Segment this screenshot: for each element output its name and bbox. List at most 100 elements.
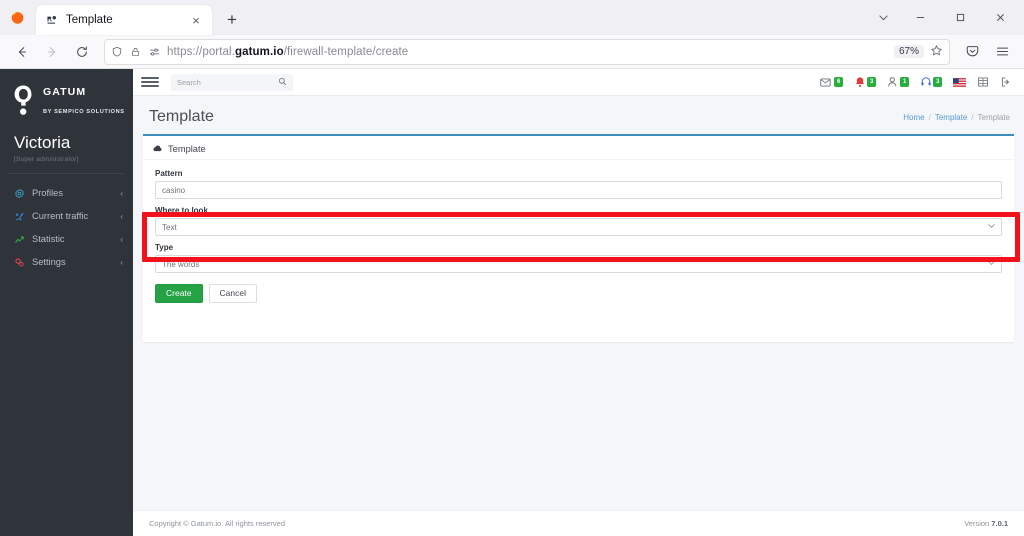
firefox-logo-icon bbox=[4, 0, 30, 35]
copyright-text: Copyright © Gatum.io. All rights reserve… bbox=[149, 519, 285, 528]
type-label: Type bbox=[155, 243, 174, 252]
breadcrumb-item-current: Template bbox=[977, 112, 1010, 122]
window-controls bbox=[866, 0, 1020, 35]
cloud-upload-icon bbox=[153, 144, 163, 153]
breadcrumb: Home / Template / Template bbox=[903, 113, 1010, 122]
chevron-left-icon: ‹ bbox=[120, 188, 123, 198]
create-button[interactable]: Create bbox=[155, 284, 203, 304]
apps-grid-icon[interactable] bbox=[977, 76, 989, 88]
brand-subtitle: BY SEMPICO SOLUTIONS bbox=[43, 109, 125, 116]
reload-button[interactable] bbox=[68, 38, 96, 66]
url-path: /firewall-template/create bbox=[283, 45, 409, 58]
messages-icon[interactable]: 6 bbox=[820, 77, 843, 88]
users-icon[interactable]: 1 bbox=[887, 76, 909, 88]
traffic-icon bbox=[14, 211, 25, 222]
url-host: gatum.io bbox=[234, 45, 284, 58]
forward-button bbox=[38, 38, 66, 66]
user-name: Victoria bbox=[14, 132, 71, 152]
type-select-wrap: The words bbox=[155, 255, 1002, 273]
sidebar-item-label: Settings bbox=[32, 257, 66, 268]
sidebar-item-profiles[interactable]: Profiles ‹ bbox=[0, 182, 133, 205]
version-label: Version bbox=[964, 519, 990, 528]
chevron-left-icon: ‹ bbox=[120, 234, 123, 244]
template-card: Template Pattern casino Where to look Te… bbox=[142, 134, 1020, 342]
pattern-label: Pattern bbox=[155, 169, 183, 178]
browser-toolbar: https://portal.gatum.io/firewall-templat… bbox=[0, 35, 1024, 69]
settings-icon bbox=[14, 257, 25, 268]
application-viewport: GATUM BY SEMPICO SOLUTIONS Victoria [Sup… bbox=[0, 69, 1024, 536]
sidebar-item-label: Current traffic bbox=[32, 211, 89, 222]
breadcrumb-item-template[interactable]: Template bbox=[935, 113, 967, 122]
card-header: Template bbox=[143, 138, 1014, 160]
bookmark-star-icon[interactable] bbox=[930, 44, 943, 60]
badge-count: 3 bbox=[867, 77, 876, 87]
where-to-look-select[interactable]: Text bbox=[155, 218, 1002, 236]
chevron-left-icon: ‹ bbox=[120, 211, 123, 221]
brand-name: GATUM bbox=[43, 86, 87, 98]
sidebar-item-label: Profiles bbox=[32, 188, 64, 199]
lock-icon bbox=[132, 47, 139, 56]
sidebar-item-current-traffic[interactable]: Current traffic ‹ bbox=[0, 205, 133, 228]
sidebar-item-label: Statistic bbox=[32, 234, 65, 245]
sidebar-divider bbox=[8, 172, 125, 174]
version-info: Version 7.0.1 bbox=[964, 519, 1008, 528]
where-to-look-select-wrap: Text bbox=[155, 218, 1002, 236]
tab-close-icon[interactable]: × bbox=[188, 12, 204, 28]
sidebar-toggle-hamburger-icon[interactable] bbox=[141, 73, 159, 91]
browser-window: Template × + https://portal.gatum.io/fir… bbox=[0, 0, 1024, 536]
back-button[interactable] bbox=[8, 38, 36, 66]
where-to-look-label: Where to look bbox=[155, 206, 208, 215]
pocket-icon[interactable] bbox=[958, 38, 986, 66]
new-tab-button[interactable]: + bbox=[218, 6, 246, 34]
version-number: 7.0.1 bbox=[991, 519, 1008, 528]
field-group-where-to-look: Where to look Text bbox=[155, 206, 1002, 236]
gatum-favicon-icon bbox=[44, 13, 59, 28]
breadcrumb-item-home[interactable]: Home bbox=[903, 113, 924, 122]
url-prefix: https://portal. bbox=[167, 45, 235, 58]
url-text: https://portal.gatum.io/firewall-templat… bbox=[167, 46, 408, 58]
breadcrumb-separator: / bbox=[928, 112, 931, 122]
minimize-button[interactable] bbox=[900, 2, 940, 34]
brand-header[interactable]: GATUM BY SEMPICO SOLUTIONS bbox=[0, 69, 133, 127]
tab-strip: Template × + bbox=[0, 0, 1024, 35]
badge-count: 6 bbox=[834, 77, 843, 87]
url-bar[interactable]: https://portal.gatum.io/firewall-templat… bbox=[104, 38, 950, 65]
badge-count: 1 bbox=[900, 77, 909, 87]
form-actions: Create Cancel bbox=[155, 280, 1002, 304]
chevron-left-icon: ‹ bbox=[120, 257, 123, 267]
sidebar-nav: Profiles ‹ Current traffic ‹ Statistic ‹ bbox=[0, 180, 133, 274]
maximize-button[interactable] bbox=[940, 2, 980, 34]
logout-icon[interactable] bbox=[1000, 76, 1012, 88]
browser-menu-icon[interactable] bbox=[988, 38, 1016, 66]
cancel-button[interactable]: Cancel bbox=[208, 284, 257, 304]
sidebar-item-statistic[interactable]: Statistic ‹ bbox=[0, 228, 133, 251]
flag-us-icon[interactable] bbox=[953, 77, 966, 87]
search-input[interactable] bbox=[177, 77, 278, 87]
notifications-icon[interactable]: 3 bbox=[854, 76, 876, 88]
browser-tab[interactable]: Template × bbox=[36, 5, 212, 35]
card-title: Template bbox=[168, 143, 206, 154]
zoom-level-indicator[interactable]: 67% bbox=[893, 45, 924, 58]
badge-count: 3 bbox=[933, 77, 942, 87]
gatum-logo-icon bbox=[10, 83, 36, 117]
sidebar-item-settings[interactable]: Settings ‹ bbox=[0, 251, 133, 274]
card-body: Pattern casino Where to look Text Type T… bbox=[143, 160, 1014, 304]
breadcrumb-separator: / bbox=[971, 112, 974, 122]
statistic-icon bbox=[14, 234, 25, 245]
url-bar-actions: 67% bbox=[893, 44, 943, 60]
brand-text: GATUM BY SEMPICO SOLUTIONS bbox=[43, 82, 125, 119]
app-topbar: 6 3 1 3 bbox=[133, 69, 1024, 96]
search-icon[interactable] bbox=[278, 77, 287, 88]
search-box[interactable] bbox=[171, 73, 293, 91]
tab-list-chevron-down-icon[interactable] bbox=[866, 2, 900, 34]
type-select[interactable]: The words bbox=[155, 255, 1002, 273]
support-icon[interactable]: 3 bbox=[920, 76, 942, 88]
permissions-icon bbox=[150, 47, 159, 56]
field-group-type: Type The words bbox=[155, 243, 1002, 273]
shield-icon bbox=[112, 46, 122, 57]
close-window-button[interactable] bbox=[980, 2, 1020, 34]
app-footer: Copyright © Gatum.io. All rights reserve… bbox=[133, 510, 1024, 536]
page-title: Template bbox=[149, 108, 214, 125]
user-role: [Super administrator] bbox=[14, 155, 79, 163]
pattern-input[interactable]: casino bbox=[155, 181, 1002, 199]
